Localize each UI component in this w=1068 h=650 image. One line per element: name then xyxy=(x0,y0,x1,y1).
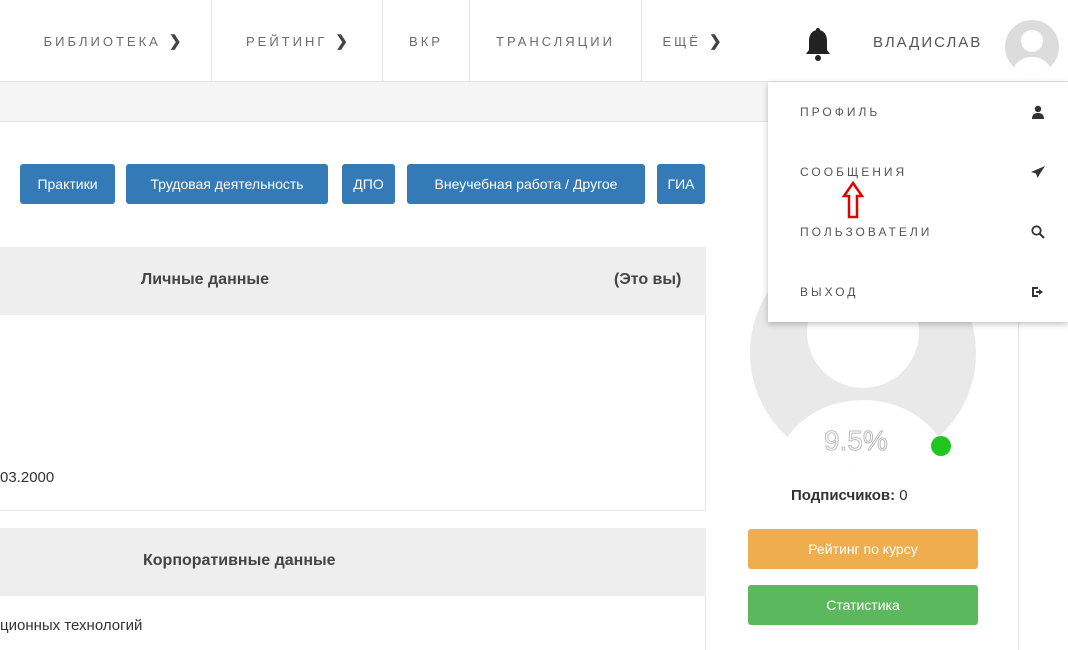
user-dropdown-menu: ПРОФИЛЬ СООБЩЕНИЯ ПОЛЬЗОВАТЕЛИ ВЫХОД xyxy=(768,82,1068,322)
menu-item-logout[interactable]: ВЫХОД xyxy=(768,262,1068,322)
send-icon xyxy=(1031,166,1045,178)
nav-item-label: ВКР xyxy=(409,33,443,49)
nav-item-library[interactable]: БИБЛИОТЕКА ❯ xyxy=(0,0,212,82)
birth-date-value: 03.2000 xyxy=(0,469,55,486)
department-value: ционных технологий xyxy=(0,617,143,634)
subscribers-label: Подписчиков: xyxy=(791,487,896,504)
annotation-arrow-icon xyxy=(842,181,864,219)
tab-gia[interactable]: ГИА xyxy=(657,164,705,204)
tab-work-activity[interactable]: Трудовая деятельность xyxy=(126,164,328,204)
chevron-right-icon: ❯ xyxy=(335,33,348,50)
tab-extracurricular[interactable]: Внеучебная работа / Другое xyxy=(407,164,645,204)
panel-title: Личные данные xyxy=(141,271,269,288)
logout-icon xyxy=(1032,287,1043,297)
avatar[interactable] xyxy=(1005,20,1059,74)
search-icon xyxy=(1031,225,1045,239)
online-status-indicator xyxy=(931,436,951,456)
top-navbar: БИБЛИОТЕКА ❯ РЕЙТИНГ ❯ ВКР ТРАНСЛЯЦИИ ЕЩ… xyxy=(0,0,1068,82)
self-badge: (Это вы) xyxy=(614,271,682,288)
corporate-data-header: Корпоративные данные xyxy=(0,528,706,596)
menu-item-label: ПРОФИЛЬ xyxy=(800,105,881,119)
nav-item-label: РЕЙТИНГ xyxy=(246,33,328,49)
chevron-right-icon: ❯ xyxy=(168,33,182,50)
menu-item-profile[interactable]: ПРОФИЛЬ xyxy=(768,82,1068,142)
bell-icon[interactable] xyxy=(805,28,831,62)
nav-item-broadcasts[interactable]: ТРАНСЛЯЦИИ xyxy=(470,0,642,82)
panel-title: Корпоративные данные xyxy=(143,552,336,569)
user-name[interactable]: ВЛАДИСЛАВ xyxy=(873,34,982,51)
statistics-button[interactable]: Статистика xyxy=(748,585,978,625)
profile-progress-text: 9.5% xyxy=(824,425,889,457)
nav-item-rating[interactable]: РЕЙТИНГ ❯ xyxy=(212,0,383,82)
nav-item-label: ЕЩЁ xyxy=(662,33,701,49)
chevron-right-icon: ❯ xyxy=(708,33,722,50)
menu-item-label: СООБЩЕНИЯ xyxy=(800,165,908,179)
subscribers-value: 0 xyxy=(899,487,908,504)
menu-item-messages[interactable]: СООБЩЕНИЯ xyxy=(768,142,1068,202)
user-icon xyxy=(1032,105,1044,119)
personal-data-body: 03.2000 xyxy=(0,315,706,511)
nav-item-label: ТРАНСЛЯЦИИ xyxy=(496,33,615,49)
user-silhouette-icon xyxy=(1013,30,1051,74)
course-rating-button[interactable]: Рейтинг по курсу xyxy=(748,529,978,569)
menu-item-label: ПОЛЬЗОВАТЕЛИ xyxy=(800,225,933,239)
tab-dpo[interactable]: ДПО xyxy=(342,164,395,204)
subscribers-count: Подписчиков: 0 xyxy=(791,487,908,504)
nav-item-more[interactable]: ЕЩЁ ❯ xyxy=(642,0,742,82)
menu-item-label: ВЫХОД xyxy=(800,285,859,299)
corporate-data-body: ционных технологий xyxy=(0,596,706,650)
nav-item-label: БИБЛИОТЕКА xyxy=(43,33,161,49)
tab-practices[interactable]: Практики xyxy=(20,164,115,204)
nav-item-vkr[interactable]: ВКР xyxy=(383,0,470,82)
personal-data-header: Личные данные (Это вы) xyxy=(0,247,706,315)
menu-item-users[interactable]: ПОЛЬЗОВАТЕЛИ xyxy=(768,202,1068,262)
